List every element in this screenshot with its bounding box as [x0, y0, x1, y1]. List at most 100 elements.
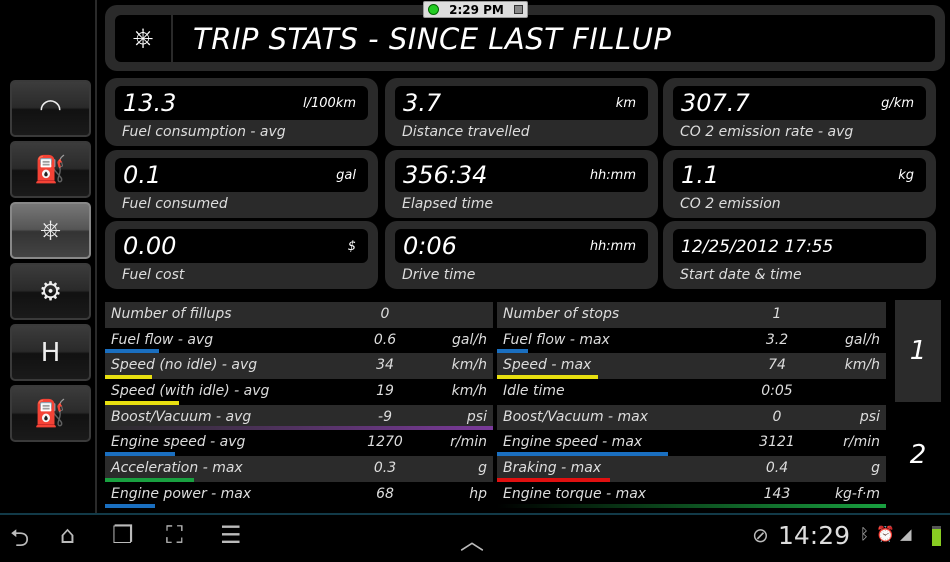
stat-label: Start date & time	[680, 267, 802, 283]
stat-label: CO 2 emission	[680, 196, 781, 212]
sidebar-item-trip[interactable]: ⎈	[10, 202, 91, 259]
row-label: Number of fillups	[111, 306, 232, 322]
row-unit: hp	[469, 485, 487, 502]
table-row: Speed - max 74 km/h	[497, 353, 886, 380]
sidebar-item-dashboard[interactable]: ◠	[10, 80, 91, 137]
stat-label: Distance travelled	[402, 124, 530, 140]
sidebar-item-gear[interactable]: H	[10, 324, 91, 381]
home-icon[interactable]: ⌂	[60, 521, 75, 549]
table-row: Number of fillups 0	[105, 302, 493, 328]
row-label: Speed (no idle) - avg	[111, 357, 258, 374]
stat-value: 1.1	[681, 161, 720, 189]
row-bar	[497, 503, 886, 508]
row-unit: gal/h	[452, 331, 487, 348]
alarm-icon: ⏰	[876, 525, 895, 543]
row-label: Engine speed - avg	[111, 434, 246, 451]
row-unit: km/h	[451, 383, 487, 400]
row-label: Engine power - max	[111, 485, 252, 502]
sidebar-item-fillup[interactable]: ⛽	[10, 385, 91, 442]
value-box: 0:06 hh:mm	[395, 229, 648, 263]
row-label: Number of stops	[503, 306, 620, 322]
value-box: 13.3 l/100km	[115, 86, 368, 120]
row-label: Speed (with idle) - avg	[111, 383, 270, 400]
back-icon[interactable]: ⮌	[10, 521, 29, 562]
gauge-icon: ◠	[39, 93, 62, 124]
engine-icon: ⚙	[38, 276, 63, 307]
value-box: 12/25/2012 17:55	[673, 229, 926, 263]
row-value: 3121	[759, 434, 795, 451]
sidebar-item-fuel[interactable]: ⛽	[10, 141, 91, 198]
fuel-nozzle-icon: ⛽	[34, 398, 67, 429]
stat-label: Fuel consumption - avg	[122, 124, 286, 140]
stat-unit: km	[615, 96, 636, 111]
table-row: Idle time 0:05	[497, 379, 886, 405]
row-unit: psi	[859, 408, 880, 425]
page-tab-1[interactable]: 1	[895, 300, 941, 402]
table-row: Fuel flow - avg 0.6 gal/h	[105, 328, 493, 354]
sidebar-item-engine[interactable]: ⚙	[10, 263, 91, 320]
row-unit: km/h	[844, 357, 880, 374]
usb-debug-icon: ⊘	[752, 523, 769, 547]
row-value: 0.6	[373, 331, 397, 348]
clock: 14:29	[778, 521, 851, 550]
row-label: Braking - max	[503, 460, 602, 477]
row-unit: km/h	[451, 357, 487, 374]
stat-value: 13.3	[123, 89, 177, 117]
stat-unit: hh:mm	[589, 239, 636, 254]
row-unit: gal/h	[845, 331, 880, 348]
value-box: 0.1 gal	[115, 158, 368, 192]
row-unit: g	[871, 460, 880, 477]
stat-card: 1.1 kg CO 2 emission	[663, 150, 936, 218]
stat-label: Drive time	[402, 267, 476, 283]
row-unit: r/min	[843, 434, 880, 451]
row-value: 1	[772, 306, 782, 322]
row-value: 0:05	[761, 383, 793, 400]
row-value: 143	[763, 485, 791, 502]
value-box: 3.7 km	[395, 86, 648, 120]
table-row: Engine torque - max 143 kg-f·m	[497, 482, 886, 508]
value-box: 307.7 g/km	[673, 86, 926, 120]
page-tab-label: 2	[909, 440, 927, 470]
row-value: 3.2	[765, 331, 789, 348]
table-row: Acceleration - max 0.3 g	[105, 456, 493, 482]
stat-card: 0:06 hh:mm Drive time	[385, 221, 658, 289]
stats-table-right: Number of stops 1 Fuel flow - max 3.2 ga…	[497, 302, 886, 508]
status-square-icon	[513, 5, 523, 14]
menu-icon[interactable]: ☰	[220, 521, 242, 549]
status-dot-icon	[428, 4, 439, 15]
row-label: Engine speed - max	[503, 434, 643, 451]
row-label: Fuel flow - max	[503, 331, 610, 348]
chevron-up-icon[interactable]: ︿	[460, 521, 484, 556]
page-tab-2[interactable]: 2	[895, 402, 941, 508]
stat-value: 356:34	[403, 161, 488, 189]
screenshot-icon[interactable]: ⛶	[166, 521, 183, 549]
row-value: 68	[376, 485, 394, 502]
recent-apps-icon[interactable]: ❐	[112, 521, 134, 549]
stat-card: 3.7 km Distance travelled	[385, 78, 658, 146]
stat-card: 0.1 gal Fuel consumed	[105, 150, 378, 218]
row-unit: r/min	[450, 434, 487, 451]
stat-label: Elapsed time	[402, 196, 494, 212]
signal-icon: ◢	[900, 525, 912, 543]
row-value: 34	[376, 357, 394, 374]
page-title: TRIP STATS - SINCE LAST FILLUP	[193, 21, 672, 56]
stat-unit: l/100km	[303, 96, 356, 111]
row-label: Acceleration - max	[111, 460, 243, 477]
stat-value: 0.00	[123, 232, 177, 260]
stat-label: Fuel cost	[122, 267, 185, 283]
row-value: 0.4	[765, 460, 789, 477]
stat-value: 12/25/2012 17:55	[681, 237, 834, 257]
stat-value: 0.1	[123, 161, 162, 189]
steering-wheel-icon: ⎈	[115, 15, 173, 62]
row-value: 0	[380, 306, 390, 322]
stat-value: 307.7	[681, 89, 750, 117]
row-unit: psi	[466, 408, 487, 425]
row-label: Boost/Vacuum - avg	[111, 408, 252, 425]
row-value: 0.3	[373, 460, 397, 477]
stat-unit: gal	[336, 168, 356, 183]
table-row: Braking - max 0.4 g	[497, 456, 886, 482]
table-row: Boost/Vacuum - max 0 psi	[497, 404, 886, 431]
row-label: Boost/Vacuum - max	[503, 408, 649, 425]
row-label: Fuel flow - avg	[111, 331, 214, 348]
row-value: 0	[772, 408, 782, 425]
